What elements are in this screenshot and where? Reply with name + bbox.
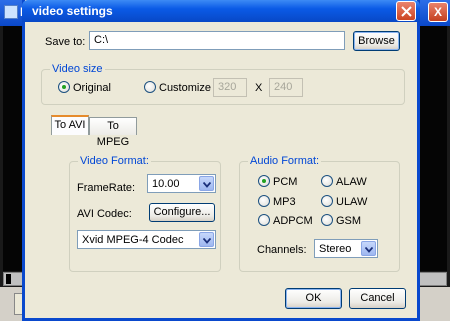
original-radio-label: Original [73,82,111,94]
dialog-titlebar: video settings [22,0,420,22]
background-close-button[interactable]: X [428,2,448,22]
framerate-select[interactable]: 10.00 [147,174,216,193]
height-field[interactable]: 240 [269,78,303,97]
framerate-dropdown-button[interactable] [199,176,214,191]
audio-radio-pcm-label: PCM [273,176,298,188]
audio-radio-adpcm[interactable] [258,214,270,226]
configure-button[interactable]: Configure... [149,203,215,222]
original-radio[interactable] [58,81,70,93]
tab-to-avi[interactable]: To AVI [51,115,89,135]
framerate-label: FrameRate: [77,182,136,194]
video-format-group-title: Video Format: [78,155,151,167]
audio-radio-pcm[interactable] [258,175,270,187]
avi-codec-label: AVI Codec: [77,208,132,220]
chevron-down-icon [203,238,211,244]
video-size-group-title: Video size [50,63,105,75]
video-settings-dialog: video settings Save to: C:\ Browse Video… [22,0,420,321]
avi-codec-value: Xvid MPEG-4 Codec [82,234,184,246]
customize-radio-label: Customize [159,82,211,94]
dialog-close-button[interactable] [396,1,416,21]
audio-format-group-title: Audio Format: [248,155,322,167]
chevron-down-icon [203,182,211,188]
audio-radio-gsm-label: GSM [336,215,362,227]
save-to-label: Save to: [45,36,86,48]
channels-value: Stereo [319,243,352,255]
close-icon [401,6,412,17]
audio-radio-mp3[interactable] [258,195,270,207]
customize-radio[interactable] [144,81,156,93]
seek-bar-thumb[interactable] [6,274,11,284]
audio-radio-ulaw[interactable] [321,195,333,207]
save-to-path-field[interactable]: C:\ [89,31,345,50]
chevron-down-icon [365,247,373,253]
avi-codec-dropdown-button[interactable] [199,232,214,247]
dimension-separator: X [255,82,263,94]
avi-codec-select[interactable]: Xvid MPEG-4 Codec [77,230,216,249]
dialog-title: video settings [32,4,113,18]
width-field[interactable]: 320 [213,78,247,97]
audio-radio-gsm[interactable] [321,214,333,226]
audio-radio-alaw[interactable] [321,175,333,187]
cancel-button[interactable]: Cancel [349,288,406,309]
ok-button[interactable]: OK [285,288,342,309]
tab-to-mpeg[interactable]: To MPEG [89,117,137,148]
audio-radio-ulaw-label: ULAW [336,196,368,208]
channels-label: Channels: [257,244,307,256]
app-icon [4,5,18,19]
audio-radio-adpcm-label: ADPCM [273,215,313,227]
audio-radio-mp3-label: MP3 [273,196,296,208]
browse-button[interactable]: Browse [353,31,400,51]
audio-radio-alaw-label: ALAW [336,176,367,188]
channels-dropdown-button[interactable] [361,241,376,256]
channels-select[interactable]: Stereo [314,239,378,258]
framerate-value: 10.00 [152,178,180,190]
